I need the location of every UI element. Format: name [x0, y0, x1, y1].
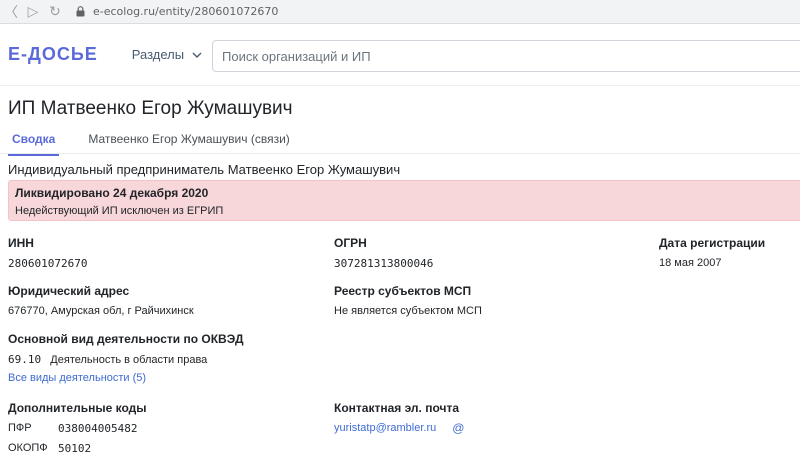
reg-date-value: 18 мая 2007 — [659, 257, 722, 269]
ogrn-field: ОГРН 307281313800046 — [334, 236, 433, 270]
okopf-value: 50102 — [58, 442, 92, 455]
okved-label: Основной вид деятельности по ОКВЭД — [8, 332, 244, 346]
reload-icon[interactable]: ↻ — [44, 1, 66, 23]
inn-value: 280601072670 — [8, 257, 88, 270]
reg-date-field: Дата регистрации 18 мая 2007 — [659, 236, 765, 269]
ogrn-value: 307281313800046 — [334, 257, 434, 270]
okopf-row: ОКОПФ 50102 — [8, 442, 147, 455]
search-input[interactable]: Поиск организаций и ИП — [212, 40, 800, 72]
ogrn-label: ОГРН — [334, 236, 367, 250]
page-title: ИП Матвеенко Егор Жумашувич — [8, 98, 293, 119]
reg-date-label: Дата регистрации — [659, 236, 766, 250]
browser-toolbar: 〈 ▷ ↻ e-ecolog.ru/entity/280601072670 — [0, 0, 800, 24]
email-link[interactable]: yuristatp@rambler.ru — [334, 422, 436, 434]
email-label: Контактная эл. почта — [334, 401, 460, 415]
msp-field: Реестр субъектов МСП Не является субъект… — [334, 284, 482, 317]
codes-field: Дополнительные коды ПФР 038004005482 ОКО… — [8, 401, 147, 455]
lock-icon[interactable] — [76, 6, 85, 17]
site-logo[interactable]: Е-ДОСЬЕ — [8, 44, 98, 65]
sections-dropdown[interactable]: Разделы — [132, 47, 202, 62]
site-header: Е-ДОСЬЕ Разделы Поиск организаций и ИП — [0, 24, 800, 86]
pfr-row: ПФР 038004005482 — [8, 422, 147, 435]
forward-icon[interactable]: ▷ — [22, 1, 44, 23]
inn-field: ИНН 280601072670 — [8, 236, 87, 270]
msp-value: Не является субъектом МСП — [334, 305, 482, 317]
okved-main: 69.10 Деятельность в области права — [8, 353, 244, 366]
okved-code: 69.10 — [8, 353, 42, 366]
address-label: Юридический адрес — [8, 284, 130, 298]
email-row: yuristatp@rambler.ru @ — [334, 421, 464, 435]
full-name: Индивидуальный предприниматель Матвеенко… — [8, 162, 401, 177]
email-field: Контактная эл. почта yuristatp@rambler.r… — [334, 401, 464, 435]
okved-text: Деятельность в области права — [50, 354, 208, 366]
email-at-icon[interactable]: @ — [452, 421, 464, 435]
alert-title: Ликвидировано 24 декабря 2020 — [15, 186, 209, 200]
chevron-down-icon — [192, 52, 202, 58]
okved-field: Основной вид деятельности по ОКВЭД 69.10… — [8, 332, 244, 384]
okopf-key: ОКОПФ — [8, 442, 48, 454]
address-value: 676770, Амурская обл, г Райчихинск — [8, 305, 194, 317]
address-field: Юридический адрес 676770, Амурская обл, … — [8, 284, 194, 317]
codes-label: Дополнительные коды — [8, 401, 147, 415]
back-icon[interactable]: 〈 — [0, 1, 22, 23]
alert-text: Недействующий ИП исключен из ЕГРИП — [15, 205, 224, 217]
address-bar[interactable]: e-ecolog.ru/entity/280601072670 — [93, 5, 278, 18]
msp-label: Реестр субъектов МСП — [334, 284, 472, 298]
search-placeholder: Поиск организаций и ИП — [222, 48, 371, 64]
inn-label: ИНН — [8, 236, 34, 250]
liquidation-alert: Ликвидировано 24 декабря 2020 Недействую… — [8, 180, 800, 221]
sections-label: Разделы — [131, 47, 185, 62]
pfr-key: ПФР — [8, 422, 32, 434]
all-activities-link[interactable]: Все виды деятельности (5) — [8, 372, 244, 384]
tabs-divider — [0, 153, 800, 154]
pfr-value: 038004005482 — [58, 422, 138, 435]
